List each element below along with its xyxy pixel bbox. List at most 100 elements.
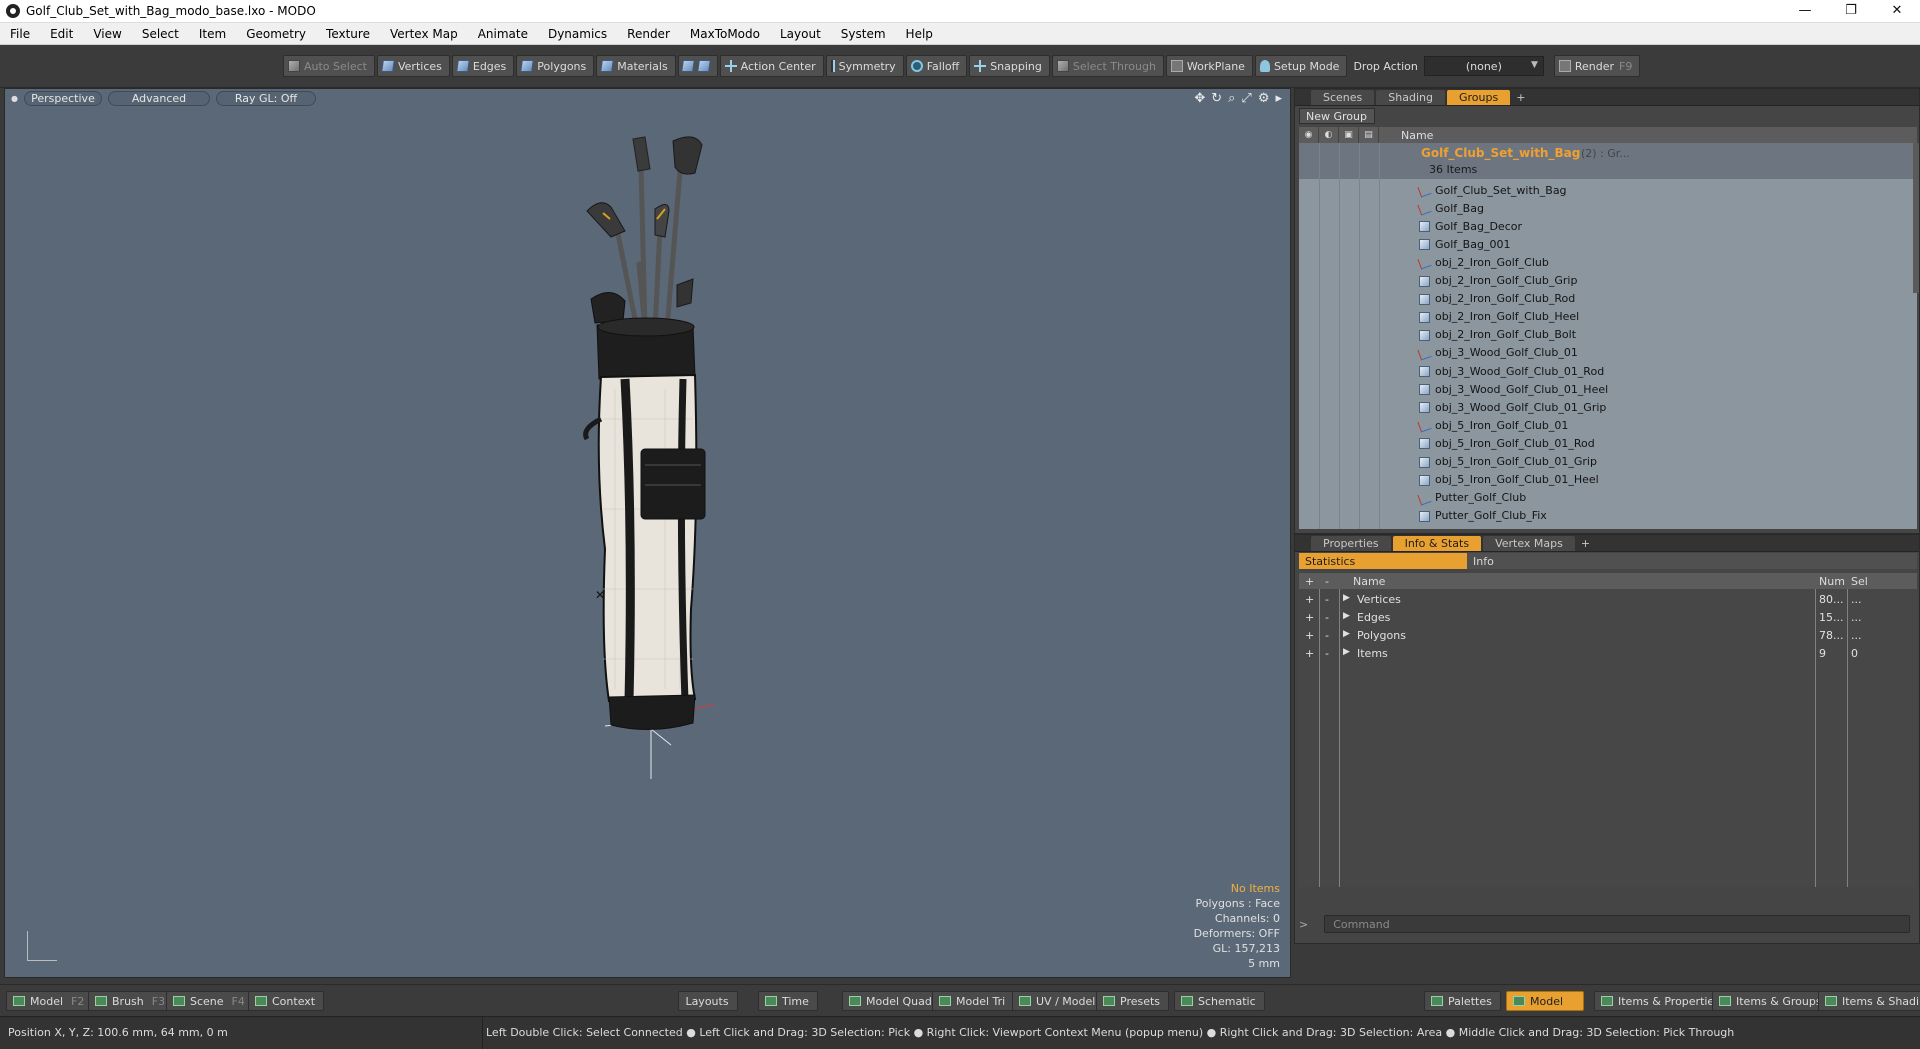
tab-statistics[interactable]: Statistics: [1299, 553, 1467, 569]
disclosure-triangle-icon[interactable]: ▶: [1343, 611, 1350, 621]
tab-groups[interactable]: Groups: [1446, 90, 1511, 105]
expand-icon[interactable]: +: [1305, 647, 1314, 660]
group-item-row[interactable]: Golf_Bag_001: [1299, 235, 1917, 253]
group-item-row[interactable]: Golf_Bag_Decor: [1299, 217, 1917, 235]
visibility-eye-icon[interactable]: ◉: [1299, 127, 1319, 143]
stats-row[interactable]: + - ▶ Polygons 78......: [1299, 627, 1917, 645]
edges-button[interactable]: Edges: [451, 55, 515, 77]
menu-select[interactable]: Select: [132, 27, 189, 41]
action-center-button[interactable]: Action Center: [719, 55, 824, 77]
golf-bag-model[interactable]: ✕: [5, 89, 1291, 978]
group-item-row[interactable]: obj_3_Wood_Golf_Club_01: [1299, 344, 1917, 362]
collapse-all-icon[interactable]: -: [1325, 575, 1329, 588]
menu-view[interactable]: View: [83, 27, 131, 41]
stats-row[interactable]: + - ▶ Vertices 80......: [1299, 591, 1917, 609]
menu-file[interactable]: File: [0, 27, 40, 41]
group-item-row[interactable]: obj_2_Iron_Golf_Club_Bolt: [1299, 326, 1917, 344]
tab-shading[interactable]: Shading: [1376, 90, 1445, 105]
expand-icon[interactable]: +: [1305, 593, 1314, 606]
tab-info[interactable]: Info: [1467, 553, 1917, 569]
item-mode-button[interactable]: [677, 55, 718, 77]
model-tri-button[interactable]: Model Tri: [932, 991, 1015, 1011]
layouts-button[interactable]: Layouts: [678, 991, 738, 1011]
menu-system[interactable]: System: [831, 27, 896, 41]
scene-layout-button[interactable]: Scene F4: [166, 991, 254, 1011]
menu-item[interactable]: Item: [189, 27, 236, 41]
group-item-row[interactable]: obj_3_Wood_Golf_Club_01_Heel: [1299, 380, 1917, 398]
group-item-row[interactable]: obj_2_Iron_Golf_Club_Rod: [1299, 290, 1917, 308]
render-button[interactable]: Render F9: [1553, 55, 1641, 77]
expand-all-icon[interactable]: +: [1305, 575, 1314, 588]
palettes-button[interactable]: Palettes: [1424, 991, 1501, 1011]
symmetry-button[interactable]: Symmetry: [825, 55, 904, 77]
select-toggle-icon[interactable]: ▤: [1359, 127, 1379, 143]
collapse-icon[interactable]: -: [1325, 647, 1329, 660]
vertices-button[interactable]: Vertices: [376, 55, 450, 77]
add-tab-icon[interactable]: +: [1512, 90, 1529, 105]
group-item-row[interactable]: Golf_Bag: [1299, 199, 1917, 217]
uv-model-button[interactable]: UV / Model: [1012, 991, 1105, 1011]
falloff-button[interactable]: Falloff: [905, 55, 968, 77]
group-item-row[interactable]: Golf_Club_Set_with_Bag: [1299, 181, 1917, 199]
schematic-button[interactable]: Schematic: [1174, 991, 1265, 1011]
menu-render[interactable]: Render: [617, 27, 680, 41]
menu-texture[interactable]: Texture: [316, 27, 380, 41]
stats-row[interactable]: + - ▶ Edges 15......: [1299, 609, 1917, 627]
new-group-button[interactable]: New Group: [1299, 108, 1375, 124]
menu-maxtomodo[interactable]: MaxToModo: [680, 27, 770, 41]
group-item-row[interactable]: obj_3_Wood_Golf_Club_01_Rod: [1299, 362, 1917, 380]
group-item-row[interactable]: Putter_Golf_Club: [1299, 489, 1917, 507]
3d-viewport[interactable]: ● Perspective Advanced Ray GL: Off ✥ ↻ ⌕…: [4, 88, 1291, 978]
collapse-icon[interactable]: -: [1325, 611, 1329, 624]
disclosure-triangle-icon[interactable]: ▶: [1343, 593, 1350, 603]
time-button[interactable]: Time: [758, 991, 818, 1011]
snapping-button[interactable]: Snapping: [969, 55, 1050, 77]
setup-mode-button[interactable]: Setup Mode: [1254, 55, 1348, 77]
collapse-icon[interactable]: -: [1325, 629, 1329, 642]
materials-button[interactable]: Materials: [596, 55, 676, 77]
tab-vertex-maps[interactable]: Vertex Maps: [1483, 536, 1575, 551]
group-item-row[interactable]: obj_5_Iron_Golf_Club_01_Grip: [1299, 453, 1917, 471]
menu-edit[interactable]: Edit: [40, 27, 83, 41]
select-through-button[interactable]: Select Through: [1051, 55, 1164, 77]
tab-scenes[interactable]: Scenes: [1311, 90, 1375, 105]
group-root-row[interactable]: Golf_Club_Set_with_Bag (2) : Gr... 36 It…: [1299, 143, 1917, 179]
drop-action-select[interactable]: (none) ▼: [1423, 56, 1544, 76]
minimize-button[interactable]: —: [1782, 0, 1828, 23]
command-input[interactable]: Command: [1324, 915, 1911, 933]
stats-row[interactable]: + - ▶ Items 9 0: [1299, 645, 1917, 663]
expand-icon[interactable]: +: [1305, 611, 1314, 624]
group-item-row[interactable]: obj_3_Wood_Golf_Club_01_Grip: [1299, 398, 1917, 416]
add-tab-icon[interactable]: +: [1577, 536, 1594, 551]
workplane-button[interactable]: WorkPlane: [1165, 55, 1253, 77]
group-item-row[interactable]: obj_5_Iron_Golf_Club_01: [1299, 416, 1917, 434]
model-active-button[interactable]: Model: [1506, 991, 1584, 1011]
render-toggle-icon[interactable]: ◐: [1319, 127, 1339, 143]
auto-select-button[interactable]: Auto Select: [283, 55, 375, 77]
items-shading-button[interactable]: Items & Shading: [1818, 991, 1920, 1011]
group-item-row[interactable]: obj_2_Iron_Golf_Club: [1299, 253, 1917, 271]
group-item-row[interactable]: obj_5_Iron_Golf_Club_01_Rod: [1299, 434, 1917, 452]
group-item-row[interactable]: obj_2_Iron_Golf_Club_Grip: [1299, 272, 1917, 290]
menu-geometry[interactable]: Geometry: [236, 27, 316, 41]
tab-info-stats[interactable]: Info & Stats: [1392, 536, 1482, 551]
groups-scrollbar[interactable]: [1913, 143, 1919, 293]
group-item-row[interactable]: Putter_Golf_Club_Fix: [1299, 507, 1917, 525]
tab-properties[interactable]: Properties: [1311, 536, 1391, 551]
model-quad-button[interactable]: Model Quad: [842, 991, 941, 1011]
group-item-row[interactable]: obj_5_Iron_Golf_Club_01_Heel: [1299, 471, 1917, 489]
collapse-icon[interactable]: -: [1325, 593, 1329, 606]
menu-layout[interactable]: Layout: [770, 27, 831, 41]
menu-dynamics[interactable]: Dynamics: [538, 27, 617, 41]
items-properties-button[interactable]: Items & Properties: [1594, 991, 1729, 1011]
brush-layout-button[interactable]: Brush F3: [88, 991, 175, 1011]
expand-icon[interactable]: +: [1305, 629, 1314, 642]
items-groups-button[interactable]: Items & Groups: [1712, 991, 1831, 1011]
presets-button[interactable]: Presets: [1096, 991, 1170, 1011]
disclosure-triangle-icon[interactable]: ▶: [1343, 647, 1350, 657]
context-layout-button[interactable]: Context: [248, 991, 325, 1011]
close-button[interactable]: ✕: [1874, 0, 1920, 23]
menu-vertex-map[interactable]: Vertex Map: [380, 27, 468, 41]
menu-animate[interactable]: Animate: [468, 27, 538, 41]
group-item-row[interactable]: obj_2_Iron_Golf_Club_Heel: [1299, 308, 1917, 326]
